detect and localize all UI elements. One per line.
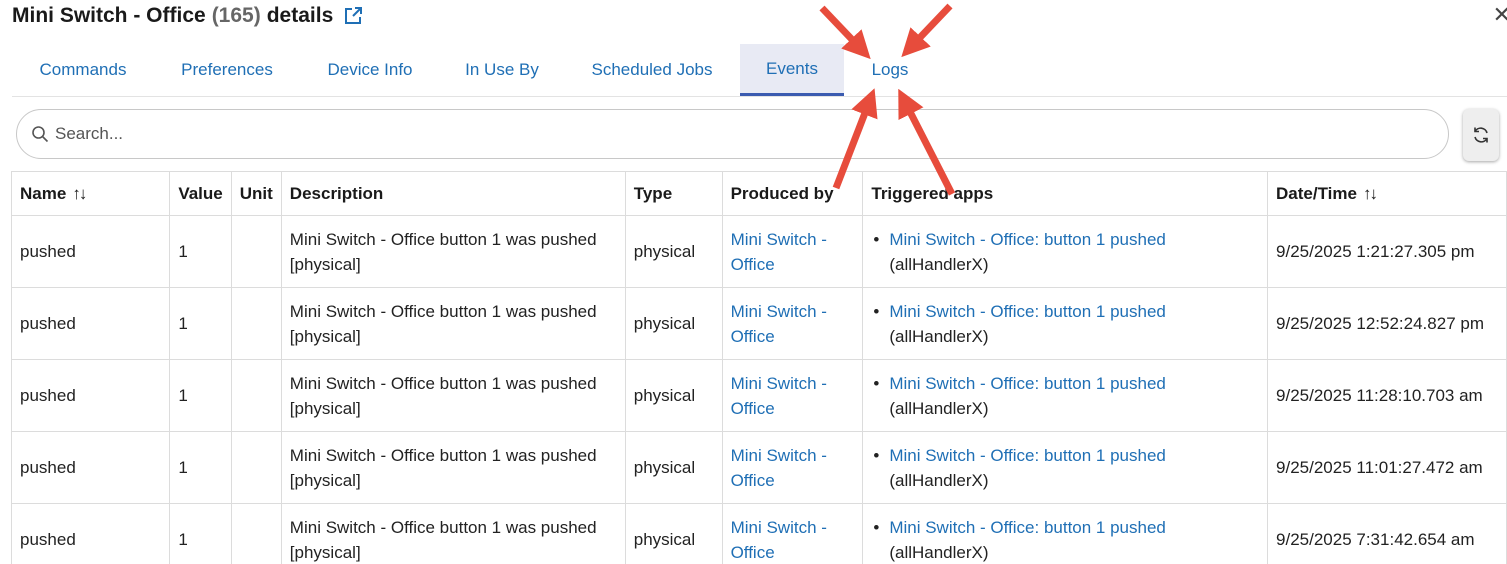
table-row: pushed 1 Mini Switch - Office button 1 w… bbox=[10, 431, 1507, 504]
device-name: Mini Switch - Office bbox=[12, 4, 206, 27]
annotation-arrow bbox=[901, 3, 953, 58]
cell-name: pushed bbox=[10, 359, 171, 432]
tab-device-info[interactable]: Device Info bbox=[300, 44, 440, 96]
cell-unit bbox=[230, 215, 282, 288]
sort-icon[interactable]: ↑↓ bbox=[1363, 184, 1378, 203]
refresh-icon bbox=[1474, 127, 1488, 143]
cell-type: physical bbox=[624, 359, 723, 432]
table-row: pushed 1 Mini Switch - Office button 1 w… bbox=[10, 215, 1507, 288]
column-header-produced-by: Produced by bbox=[721, 171, 864, 216]
cell-type: physical bbox=[624, 503, 723, 564]
cell-unit bbox=[230, 287, 282, 360]
app-handler: (allHandlerX) bbox=[889, 398, 989, 418]
search-icon bbox=[32, 126, 49, 143]
table-header-row: Name ↑↓ Value Unit Description Type Produ… bbox=[10, 171, 1507, 216]
produced-by-link[interactable]: Mini Switch - Office bbox=[731, 374, 827, 418]
triggered-app-item: • Mini Switch - Office: button 1 pushed (a… bbox=[871, 227, 1259, 277]
close-icon[interactable]: ✕ bbox=[1493, 2, 1507, 28]
cell-datetime: 9/25/2025 11:28:10.703 am bbox=[1267, 359, 1507, 432]
cell-value: 1 bbox=[169, 359, 232, 432]
tab-logs[interactable]: Logs bbox=[844, 44, 936, 96]
cell-value: 1 bbox=[169, 431, 232, 504]
app-handler: (allHandlerX) bbox=[889, 326, 989, 346]
cell-value: 1 bbox=[169, 503, 232, 564]
tab-in-use-by[interactable]: In Use By bbox=[440, 44, 564, 96]
bullet-icon: • bbox=[873, 517, 880, 537]
bullet-icon: • bbox=[873, 301, 880, 321]
produced-by-link[interactable]: Mini Switch - Office bbox=[731, 518, 827, 562]
external-link-icon[interactable] bbox=[343, 6, 363, 26]
tab-preferences[interactable]: Preferences bbox=[154, 44, 300, 96]
bullet-icon: • bbox=[873, 445, 880, 465]
events-table: Name ↑↓ Value Unit Description Type Produ… bbox=[10, 171, 1507, 564]
triggered-app-item: • Mini Switch - Office: button 1 pushed (a… bbox=[871, 443, 1259, 493]
cell-type: physical bbox=[624, 215, 723, 288]
refresh-button[interactable] bbox=[1463, 109, 1499, 161]
produced-by-link[interactable]: Mini Switch - Office bbox=[731, 446, 827, 490]
cell-unit bbox=[230, 503, 282, 564]
app-handler: (allHandlerX) bbox=[889, 542, 989, 562]
event-count: (165) bbox=[211, 4, 261, 27]
column-header-unit: Unit bbox=[230, 171, 282, 216]
cell-name: pushed bbox=[10, 503, 171, 564]
triggered-app-item: • Mini Switch - Office: button 1 pushed (a… bbox=[871, 299, 1259, 349]
search-bar bbox=[16, 109, 1449, 159]
column-header-type: Type bbox=[624, 171, 723, 216]
cell-description: Mini Switch - Office button 1 was pushed… bbox=[280, 359, 626, 432]
cell-datetime: 9/25/2025 12:52:24.827 pm bbox=[1267, 287, 1507, 360]
page-title: Mini Switch - Office (165) details bbox=[12, 2, 363, 30]
column-header-value: Value bbox=[169, 171, 232, 216]
bullet-icon: • bbox=[873, 229, 880, 249]
cell-description: Mini Switch - Office button 1 was pushed… bbox=[280, 431, 626, 504]
cell-value: 1 bbox=[169, 287, 232, 360]
cell-name: pushed bbox=[10, 431, 171, 504]
app-handler: (allHandlerX) bbox=[889, 470, 989, 490]
bullet-icon: • bbox=[873, 373, 880, 393]
column-header-triggered-apps: Triggered apps bbox=[862, 171, 1269, 216]
cell-description: Mini Switch - Office button 1 was pushed… bbox=[280, 503, 626, 564]
cell-datetime: 9/25/2025 11:01:27.472 am bbox=[1267, 431, 1507, 504]
column-header-name[interactable]: Name ↑↓ bbox=[10, 171, 171, 216]
tab-bar: Commands Preferences Device Info In Use … bbox=[12, 44, 1507, 97]
sort-icon[interactable]: ↑↓ bbox=[72, 184, 87, 203]
cell-unit bbox=[230, 359, 282, 432]
tab-events[interactable]: Events bbox=[740, 44, 844, 96]
cell-name: pushed bbox=[10, 215, 171, 288]
search-input[interactable] bbox=[55, 124, 1355, 144]
cell-description: Mini Switch - Office button 1 was pushed… bbox=[280, 287, 626, 360]
cell-type: physical bbox=[624, 287, 723, 360]
triggered-app-link[interactable]: Mini Switch - Office: button 1 pushed bbox=[889, 446, 1166, 465]
cell-description: Mini Switch - Office button 1 was pushed… bbox=[280, 215, 626, 288]
cell-name: pushed bbox=[10, 287, 171, 360]
tab-scheduled-jobs[interactable]: Scheduled Jobs bbox=[564, 44, 740, 96]
triggered-app-link[interactable]: Mini Switch - Office: button 1 pushed bbox=[889, 518, 1166, 537]
title-details: details bbox=[266, 4, 334, 27]
cell-datetime: 9/25/2025 7:31:42.654 am bbox=[1267, 503, 1507, 564]
table-row: pushed 1 Mini Switch - Office button 1 w… bbox=[10, 287, 1507, 360]
cell-value: 1 bbox=[169, 215, 232, 288]
cell-datetime: 9/25/2025 1:21:27.305 pm bbox=[1267, 215, 1507, 288]
triggered-app-item: • Mini Switch - Office: button 1 pushed (a… bbox=[871, 371, 1259, 421]
triggered-app-link[interactable]: Mini Switch - Office: button 1 pushed bbox=[889, 374, 1166, 393]
triggered-app-link[interactable]: Mini Switch - Office: button 1 pushed bbox=[889, 302, 1166, 321]
cell-unit bbox=[230, 431, 282, 504]
column-header-description: Description bbox=[280, 171, 626, 216]
produced-by-link[interactable]: Mini Switch - Office bbox=[731, 302, 827, 346]
triggered-app-link[interactable]: Mini Switch - Office: button 1 pushed bbox=[889, 230, 1166, 249]
table-row: pushed 1 Mini Switch - Office button 1 w… bbox=[10, 359, 1507, 432]
triggered-app-item: • Mini Switch - Office: button 1 pushed (a… bbox=[871, 515, 1259, 564]
app-handler: (allHandlerX) bbox=[889, 254, 989, 274]
column-header-datetime[interactable]: Date/Time ↑↓ bbox=[1267, 171, 1507, 216]
table-row: pushed 1 Mini Switch - Office button 1 w… bbox=[10, 503, 1507, 564]
cell-type: physical bbox=[624, 431, 723, 504]
tab-commands[interactable]: Commands bbox=[12, 44, 154, 96]
produced-by-link[interactable]: Mini Switch - Office bbox=[731, 230, 827, 274]
